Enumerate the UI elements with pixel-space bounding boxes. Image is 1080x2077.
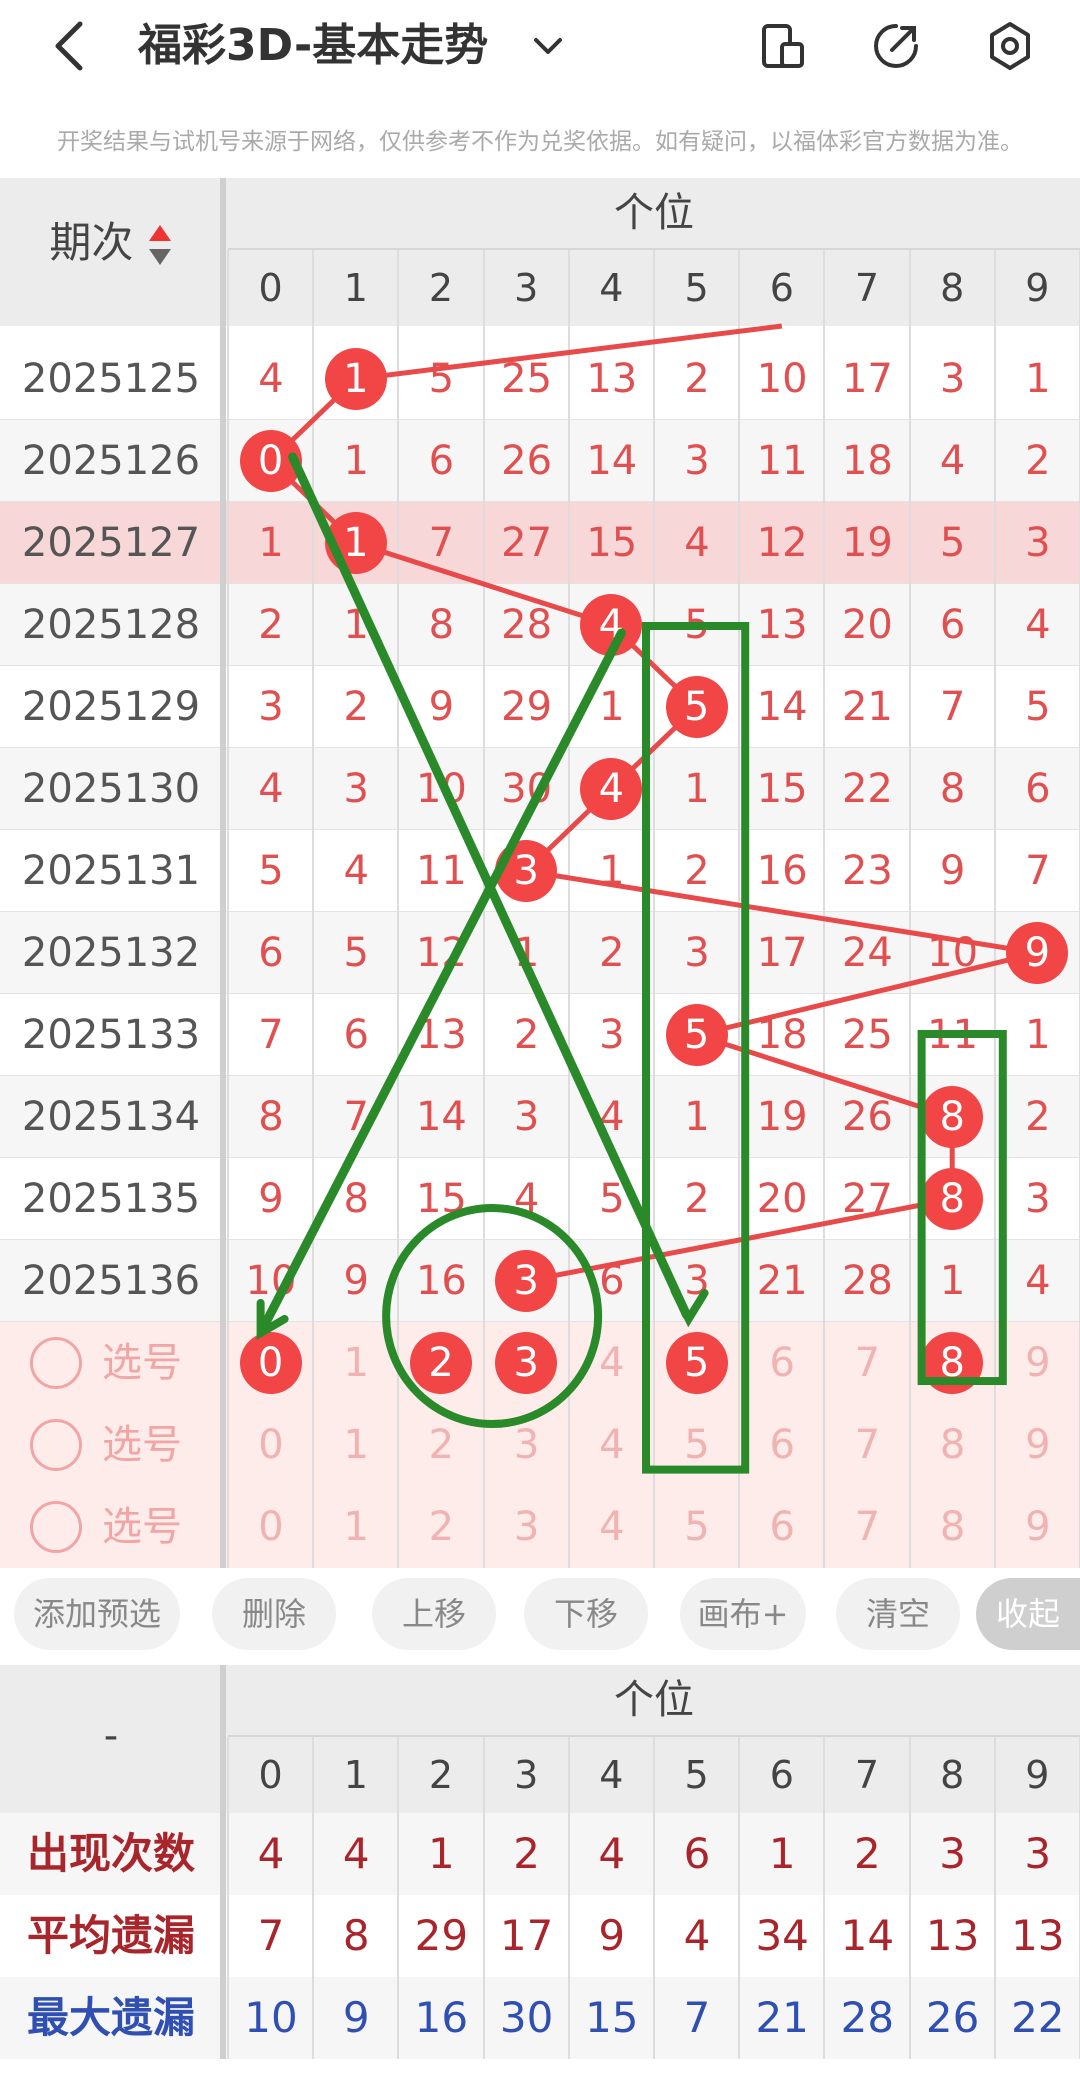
stats-value: 13: [925, 1911, 980, 1960]
annotation-arrowhead: [670, 1287, 709, 1328]
stats-grid-line: [482, 1737, 485, 2059]
stats-value: 4: [683, 1911, 711, 1960]
stats-grid-line: [653, 1737, 655, 2059]
stats-digit-3: 3: [514, 1753, 539, 1797]
back-arrow-icon[interactable]: [50, 18, 90, 74]
toolbar-button[interactable]: 删除: [212, 1578, 336, 1650]
stats-value: 30: [499, 1993, 554, 2042]
stats-value: 9: [598, 1911, 626, 1960]
stats-value: 34: [755, 1911, 809, 1960]
trend-table: 期次 个位 0123456789 2025125 4 1 5 25 13 2 10 17 3 1 20…: [0, 178, 1080, 1568]
stats-row-label: 平均遗漏: [26, 1911, 195, 1960]
stats-grid-line: [738, 1737, 741, 2059]
stats-grid-line: [227, 1737, 229, 2059]
app-header: 福彩3D-基本走势: [0, 0, 1080, 100]
stats-value: 10: [244, 1993, 298, 2042]
stats-value: 3: [1024, 1829, 1052, 1878]
stats-grid-line: [993, 1737, 996, 2059]
stats-value: 29: [414, 1911, 469, 1960]
toolbar-button[interactable]: 下移: [524, 1578, 648, 1650]
stats-value: 26: [925, 1993, 980, 2042]
stats-value: 13: [1011, 1911, 1065, 1960]
stats-value: 4: [342, 1829, 370, 1878]
stats-grid-line: [567, 1737, 570, 2059]
stats-value: 28: [840, 1993, 895, 2042]
toolbar-button[interactable]: 清空: [836, 1578, 960, 1650]
toolbar-button[interactable]: 添加预选: [14, 1578, 180, 1650]
stats-digit-7: 7: [854, 1753, 880, 1797]
stats-value: 17: [499, 1911, 554, 1960]
stats-value: 7: [683, 1993, 711, 2042]
stats-value: 8: [342, 1911, 370, 1960]
stats-group-header: 个位: [614, 1677, 694, 1723]
stats-value: 3: [939, 1829, 966, 1878]
stats-label-divider: [220, 1665, 226, 2059]
stats-value: 1: [428, 1829, 455, 1878]
stats-digit-9: 9: [1025, 1753, 1050, 1797]
chevron-down-icon[interactable]: [530, 28, 566, 64]
stats-value: 21: [755, 1993, 809, 2042]
stats-value: 15: [585, 1993, 639, 2042]
annotation-box: [917, 1030, 1007, 1386]
stats-corner: -: [103, 1713, 119, 1759]
toolbar-button[interactable]: 上移: [372, 1578, 496, 1650]
annotation-box: [642, 622, 750, 1474]
stats-value: 22: [1011, 1993, 1065, 2042]
stats-digit-2: 2: [428, 1753, 454, 1797]
annotation-circle: [382, 1204, 603, 1428]
stats-value: 4: [598, 1829, 626, 1878]
stats-value: 14: [840, 1911, 895, 1960]
stats-value: 2: [854, 1829, 881, 1878]
stats-digit-8: 8: [940, 1753, 965, 1797]
stats-value: 1: [768, 1829, 796, 1878]
stats-digit-5: 5: [684, 1753, 709, 1797]
device-icon[interactable]: [758, 18, 810, 74]
stats-digit-6: 6: [769, 1753, 794, 1797]
annotation-overlay: [256, 452, 1007, 1474]
stats-value: 6: [683, 1829, 711, 1878]
stats-value: 2: [513, 1829, 540, 1878]
data-source-notice: 开奖结果与试机号来源于网络，仅供参考不作为兑奖依据。如有疑问，以福体彩官方数据为…: [57, 129, 1023, 155]
stats-grid-line: [312, 1737, 315, 2059]
stats-value: 4: [257, 1829, 285, 1878]
statistics-table: - 个位 0123456789 出现次数 4 4 1 2 4 6 1 2 3 3 平均遗漏 7 8 29 17…: [0, 1665, 1080, 2077]
stats-value: 9: [342, 1993, 370, 2042]
share-icon[interactable]: [870, 18, 922, 74]
toolbar-button[interactable]: 画布+: [680, 1578, 806, 1650]
stats-grid-line: [397, 1737, 400, 2059]
stats-row-label: 出现次数: [26, 1829, 195, 1878]
stats-digit-1: 1: [343, 1753, 368, 1797]
toolbar-button[interactable]: 收起: [976, 1578, 1080, 1650]
settings-icon[interactable]: [984, 18, 1036, 74]
stats-grid-line: [908, 1737, 911, 2059]
stats-digit-4: 4: [599, 1753, 624, 1797]
stats-grid-line: [823, 1737, 826, 2059]
stats-value: 7: [257, 1911, 285, 1960]
stats-row-label: 最大遗漏: [26, 1993, 195, 2042]
stats-digit-0: 0: [258, 1753, 283, 1797]
stats-value: 16: [414, 1993, 469, 2042]
page-title[interactable]: 福彩3D-基本走势: [138, 18, 488, 74]
